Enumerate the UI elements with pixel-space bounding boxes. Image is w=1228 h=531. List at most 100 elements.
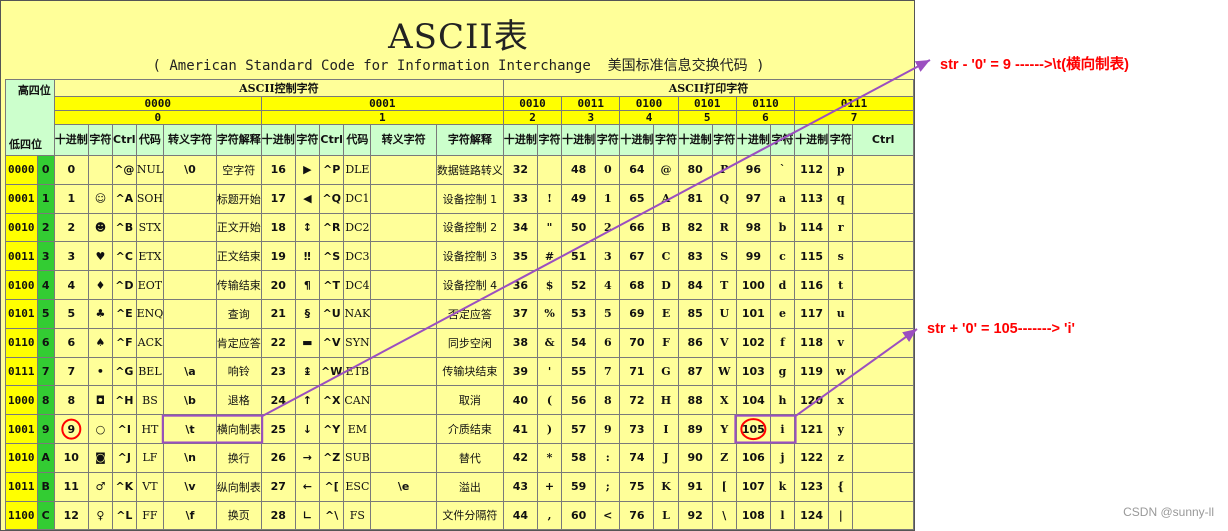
ctrl-cell: [852, 270, 914, 300]
watermark: CSDN @sunny-ll: [1123, 505, 1214, 519]
column-header-char: 字符: [87, 124, 114, 156]
low-hex-cell: 3: [36, 241, 55, 272]
decimal-cell: 26: [260, 442, 296, 473]
decimal-cell: 7: [53, 356, 89, 387]
char-cell: Y: [711, 414, 737, 444]
char-cell: l: [769, 500, 796, 530]
escape-cell: [370, 183, 437, 214]
ctrl-cell: ^I: [112, 414, 137, 444]
decimal-cell: 113: [794, 183, 830, 214]
decimal-cell: 105: [735, 414, 771, 444]
decimal-cell: 90: [677, 442, 713, 473]
char-cell: L: [653, 500, 679, 530]
decimal-cell: 119: [794, 356, 830, 387]
char-cell: g: [769, 356, 796, 387]
low-bin-cell: 0101: [5, 298, 38, 329]
ascii-table-panel: ASCII表 ( American Standard Code for Info…: [0, 0, 915, 531]
description-cell: 传输块结束: [435, 356, 504, 387]
ctrl-cell: ^V: [318, 327, 345, 358]
char-cell: G: [653, 356, 679, 387]
low-hex-cell: 8: [36, 385, 55, 416]
ctrl-cell: ^U: [318, 298, 345, 329]
decimal-cell: 56: [561, 385, 597, 416]
high-hex-cell: 7: [794, 110, 914, 125]
escape-cell: [370, 212, 437, 243]
description-cell: 文件分隔符: [435, 500, 504, 530]
low-hex-cell: 2: [36, 212, 55, 243]
char-cell: 6: [595, 327, 621, 358]
low-bin-cell: 1001: [5, 414, 38, 444]
ctrl-cell: ^J: [112, 442, 137, 473]
column-header-char: 字符: [536, 124, 563, 156]
decimal-cell: 69: [619, 298, 655, 329]
escape-cell: [163, 212, 217, 243]
char-cell: i: [769, 414, 796, 444]
escape-cell: \t: [163, 414, 217, 444]
char-cell: ♣: [87, 298, 114, 329]
escape-cell: [370, 155, 437, 185]
char-cell: 7: [595, 356, 621, 387]
description-cell: 替代: [435, 442, 504, 473]
char-cell: f: [769, 327, 796, 358]
char-cell: ◘: [87, 385, 114, 416]
decimal-cell: 16: [260, 155, 296, 185]
char-cell: #: [536, 241, 563, 272]
ctrl-cell: ^S: [318, 241, 345, 272]
description-cell: 空字符: [215, 155, 262, 185]
escape-cell: [163, 298, 217, 329]
char-cell: ←: [294, 471, 320, 502]
code-cell: ETB: [343, 356, 372, 387]
char-cell: ▶: [294, 155, 320, 185]
code-cell: DLE: [343, 155, 372, 185]
char-cell: <: [595, 500, 621, 530]
decimal-cell: 85: [677, 298, 713, 329]
code-cell: FS: [343, 500, 372, 530]
decimal-cell: 106: [735, 442, 771, 473]
char-cell: T: [711, 270, 737, 300]
char-cell: ;: [595, 471, 621, 502]
decimal-cell: 49: [561, 183, 597, 214]
description-cell: 溢出: [435, 471, 504, 502]
escape-cell: \f: [163, 500, 217, 530]
escape-cell: \a: [163, 356, 217, 387]
ctrl-cell: [852, 241, 914, 272]
escape-cell: [370, 500, 437, 530]
low-hex-cell: A: [36, 442, 55, 473]
char-cell: y: [828, 414, 854, 444]
char-cell: ↑: [294, 385, 320, 416]
header-corner: 高四位 低四位: [5, 79, 55, 156]
printable-group-header: ASCII打印字符: [502, 79, 914, 97]
decimal-cell: 118: [794, 327, 830, 358]
high-hex-cell: 5: [677, 110, 737, 125]
decimal-cell: 19: [260, 241, 296, 272]
low-bin-cell: 0001: [5, 183, 38, 214]
ctrl-cell: ^Z: [318, 442, 345, 473]
char-cell: q: [828, 183, 854, 214]
code-cell: EOT: [135, 270, 165, 300]
decimal-cell: 83: [677, 241, 713, 272]
decimal-cell: 114: [794, 212, 830, 243]
low-bin-cell: 0010: [5, 212, 38, 243]
char-cell: %: [536, 298, 563, 329]
decimal-cell: 40: [502, 385, 538, 416]
description-cell: 取消: [435, 385, 504, 416]
escape-cell: [163, 270, 217, 300]
char-cell: S: [711, 241, 737, 272]
decimal-cell: 87: [677, 356, 713, 387]
decimal-cell: 43: [502, 471, 538, 502]
char-cell: x: [828, 385, 854, 416]
ctrl-cell: ^P: [318, 155, 345, 185]
high-bin-cell: 0100: [619, 96, 679, 111]
code-cell: DC2: [343, 212, 372, 243]
low-hex-cell: B: [36, 471, 55, 502]
decimal-cell: 98: [735, 212, 771, 243]
char-cell: J: [653, 442, 679, 473]
ctrl-cell: ^\: [318, 500, 345, 530]
char-cell: P: [711, 155, 737, 185]
decimal-cell: 6: [53, 327, 89, 358]
decimal-cell: 92: [677, 500, 713, 530]
decimal-cell: 32: [502, 155, 538, 185]
char-cell: ♦: [87, 270, 114, 300]
decimal-cell: 70: [619, 327, 655, 358]
description-cell: 设备控制 2: [435, 212, 504, 243]
